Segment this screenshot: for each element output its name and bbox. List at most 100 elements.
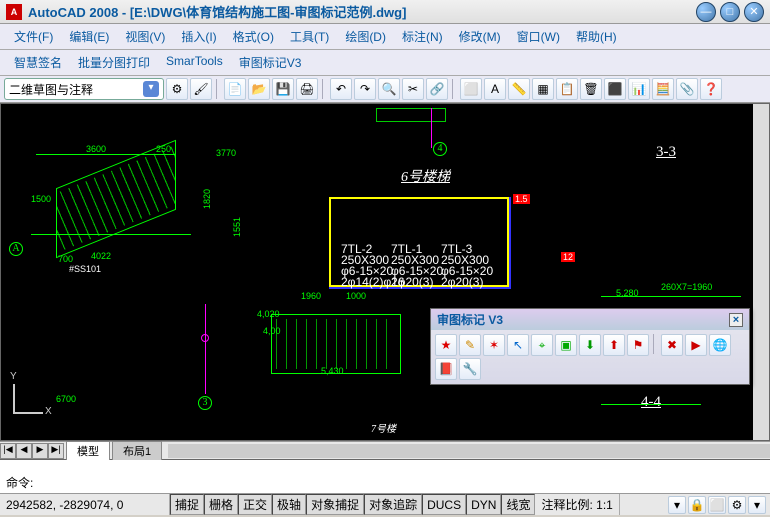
toolbar-button[interactable]: 📋	[556, 78, 578, 100]
chevron-down-icon[interactable]: ▾	[143, 81, 159, 97]
toolbar-button[interactable]: ↶	[330, 78, 352, 100]
coordinates-readout: 2942582, -2829074, 0	[0, 494, 170, 515]
minimize-button[interactable]: —	[696, 2, 716, 22]
palette-button[interactable]: 🌐	[709, 334, 731, 356]
close-button[interactable]: ✕	[744, 2, 764, 22]
menu-item[interactable]: 帮助(H)	[568, 26, 625, 47]
palette-button[interactable]: ⬇	[579, 334, 601, 356]
dimension: 1820	[202, 189, 212, 209]
stair-title: 6号楼梯	[401, 166, 450, 186]
command-prompt: 命令:	[6, 474, 33, 491]
menu-item[interactable]: 工具(T)	[282, 26, 337, 47]
palette-button[interactable]: ★	[435, 334, 457, 356]
status-toggle[interactable]: 极轴	[272, 494, 306, 515]
workspace-combo[interactable]: 二维草图与注释 ▾	[4, 78, 164, 100]
toolbar-button[interactable]: 🔗	[426, 78, 448, 100]
toolbar-button[interactable]: ❓	[700, 78, 722, 100]
toolbar-button[interactable]: 🖨	[296, 78, 318, 100]
menu-item[interactable]: 智慧签名	[6, 52, 70, 73]
status-toggle[interactable]: 线宽	[501, 494, 535, 515]
tab-nav-button[interactable]: |◀	[0, 443, 16, 459]
tray-icon[interactable]: ⚙	[728, 496, 746, 514]
menu-item[interactable]: 格式(O)	[225, 26, 282, 47]
toolbar-button[interactable]: ▦	[532, 78, 554, 100]
palette-button[interactable]: ↖	[507, 334, 529, 356]
palette-button[interactable]: ▶	[685, 334, 707, 356]
menu-item[interactable]: SmarTools	[158, 52, 231, 73]
toolbar-button[interactable]: 📄	[224, 78, 246, 100]
tab-nav-button[interactable]: ◀	[16, 443, 32, 459]
dimension: 1500	[31, 194, 51, 204]
toolbar-button[interactable]: ⚙	[166, 78, 188, 100]
menu-item[interactable]: 视图(V)	[117, 26, 173, 47]
palette-button[interactable]: ✶	[483, 334, 505, 356]
vertical-scrollbar[interactable]	[753, 104, 769, 440]
tab-nav-button[interactable]: ▶|	[48, 443, 64, 459]
dimension: 1960	[301, 291, 321, 301]
toolbar-button[interactable]: 📎	[676, 78, 698, 100]
status-toggle[interactable]: 对象追踪	[364, 494, 422, 515]
menu-item[interactable]: 编辑(E)	[61, 26, 117, 47]
status-toggle[interactable]: 捕捉	[170, 494, 204, 515]
status-toggle[interactable]: 对象捕捉	[306, 494, 364, 515]
beam-label: 7TL-3 250X300 φ6-15×20 2φ20(3)	[441, 244, 493, 288]
dimension: #SS101	[69, 264, 101, 274]
palette-button[interactable]: ▣	[555, 334, 577, 356]
palette-titlebar[interactable]: 审图标记 V3 ×	[431, 309, 749, 330]
layout-tabs: |◀◀▶▶| 模型布局1	[0, 441, 770, 459]
palette-button[interactable]: ✎	[459, 334, 481, 356]
palette-close-button[interactable]: ×	[729, 313, 743, 327]
window-title: AutoCAD 2008 - [E:\DWG\体育馆结构施工图-审图标记范例.d…	[28, 2, 696, 21]
tray-icon[interactable]: 🔒	[688, 496, 706, 514]
toolbar-main: 二维草图与注释 ▾ ⚙🖌 📄📂💾🖨 ↶↷🔍✂🔗 ⬜A📏▦📋🗑⬛📊🧮📎❓	[0, 76, 770, 103]
command-area[interactable]: 命令:	[0, 459, 770, 493]
palette-button[interactable]: ⌖	[531, 334, 553, 356]
menu-item[interactable]: 批量分图打印	[70, 52, 158, 73]
toolbar-button[interactable]: ↷	[354, 78, 376, 100]
status-toggle[interactable]: DYN	[466, 494, 501, 515]
dimension: 3770	[216, 148, 236, 158]
toolbar-button[interactable]: 🖌	[190, 78, 212, 100]
tray-icon[interactable]: ⬜	[708, 496, 726, 514]
toolbar-button[interactable]: ⬜	[460, 78, 482, 100]
toolbar-button[interactable]: 🔍	[378, 78, 400, 100]
menu-item[interactable]: 修改(M)	[451, 26, 509, 47]
tray-icon[interactable]: ▾	[668, 496, 686, 514]
section-label-33: 3-3	[656, 144, 676, 161]
tray-icon[interactable]: ▾	[748, 496, 766, 514]
review-mark: 1.5	[513, 194, 530, 204]
toolbar-button[interactable]: 📊	[628, 78, 650, 100]
palette-button[interactable]: ✖	[661, 334, 683, 356]
toolbar-button[interactable]: 📏	[508, 78, 530, 100]
menu-item[interactable]: 绘图(D)	[337, 26, 394, 47]
palette-button[interactable]: 🔧	[459, 358, 481, 380]
horizontal-scrollbar[interactable]	[168, 444, 770, 458]
menu-item[interactable]: 窗口(W)	[509, 26, 568, 47]
menu-item[interactable]: 文件(F)	[6, 26, 61, 47]
maximize-button[interactable]: □	[720, 2, 740, 22]
layout-tab[interactable]: 模型	[66, 441, 110, 460]
menu-item[interactable]: 插入(I)	[173, 26, 224, 47]
status-toggle[interactable]: DUCS	[422, 494, 466, 515]
status-toggle[interactable]: 栅格	[204, 494, 238, 515]
palette-button[interactable]: ⬆	[603, 334, 625, 356]
toolbar-button[interactable]: ✂	[402, 78, 424, 100]
toolbar-button[interactable]: ⬛	[604, 78, 626, 100]
toolbar-button[interactable]: A	[484, 78, 506, 100]
toolbar-button[interactable]: 📂	[248, 78, 270, 100]
annotation-scale[interactable]: 注释比例: 1:1	[535, 494, 619, 515]
tab-nav-button[interactable]: ▶	[32, 443, 48, 459]
review-mark-toolbar[interactable]: 审图标记 V3 × ★✎✶↖⌖▣⬇⬆⚑ ✖▶🌐 📕🔧	[430, 308, 750, 385]
menu-item[interactable]: 审图标记V3	[231, 52, 310, 73]
review-mark: 12	[561, 252, 575, 262]
palette-button[interactable]: 📕	[435, 358, 457, 380]
toolbar-button[interactable]: 🗑	[580, 78, 602, 100]
palette-button[interactable]: ⚑	[627, 334, 649, 356]
layout-tab[interactable]: 布局1	[112, 441, 162, 460]
menu-bar: 文件(F)编辑(E)视图(V)插入(I)格式(O)工具(T)绘图(D)标注(N)…	[0, 24, 770, 50]
drawing-canvas[interactable]: 4 6号楼梯 3-3 4-4 3600 250 3770 1500 1820 1…	[0, 103, 770, 441]
status-toggle[interactable]: 正交	[238, 494, 272, 515]
menu-item[interactable]: 标注(N)	[394, 26, 451, 47]
toolbar-button[interactable]: 🧮	[652, 78, 674, 100]
toolbar-button[interactable]: 💾	[272, 78, 294, 100]
